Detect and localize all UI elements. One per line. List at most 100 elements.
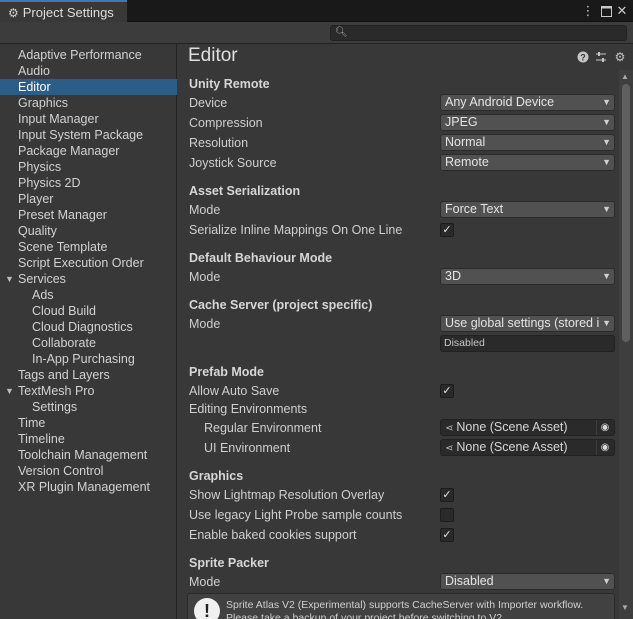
sidebar-item-player[interactable]: Player xyxy=(0,191,177,207)
expand-arrow-icon[interactable]: ▼ xyxy=(5,271,14,287)
sidebar-item-editor[interactable]: Editor xyxy=(0,79,177,95)
scroll-down-icon[interactable]: ▼ xyxy=(621,603,629,612)
sidebar-item-label: Graphics xyxy=(18,96,69,110)
auto-save-checkbox[interactable]: ✓ xyxy=(440,384,454,398)
search-input[interactable]: 🔍︎ xyxy=(330,25,627,41)
close-icon[interactable]: ✕ xyxy=(614,3,630,19)
sidebar-item-quality[interactable]: Quality xyxy=(0,223,177,239)
regular-environment-field[interactable]: ⋖ None (Scene Asset) ◉ xyxy=(440,419,615,436)
tab-title: Project Settings xyxy=(22,5,114,20)
sidebar-item-services[interactable]: ▼ Services xyxy=(0,271,177,287)
baked-cookies-checkbox[interactable]: ✓ xyxy=(440,528,454,542)
object-picker-icon[interactable]: ◉ xyxy=(596,440,613,455)
chevron-down-icon: ▼ xyxy=(600,95,611,110)
behaviour-mode-label: Mode xyxy=(189,270,221,284)
vertical-scrollbar[interactable]: ▲ ▼ xyxy=(619,70,633,619)
scrollbar-thumb[interactable] xyxy=(622,84,630,342)
chevron-down-icon: ▼ xyxy=(600,316,611,331)
resolution-value: Normal xyxy=(445,135,486,149)
sidebar-item-preset-manager[interactable]: Preset Manager xyxy=(0,207,177,223)
cache-mode-dropdown[interactable]: Use global settings (stored in ▼ xyxy=(440,315,615,332)
sidebar-item-label: Physics 2D xyxy=(18,176,81,190)
sidebar-item-timeline[interactable]: Timeline xyxy=(0,431,177,447)
sidebar-item-label: Editor xyxy=(18,80,51,94)
sprite-packer-mode-dropdown[interactable]: Disabled ▼ xyxy=(440,573,615,590)
section-cache-server: Cache Server (project specific) xyxy=(189,298,373,312)
sidebar-item-input-system-package[interactable]: Input System Package xyxy=(0,127,177,143)
compression-dropdown[interactable]: JPEG ▼ xyxy=(440,114,615,131)
inline-mappings-checkbox[interactable]: ✓ xyxy=(440,223,454,237)
device-dropdown[interactable]: Any Android Device ▼ xyxy=(440,94,615,111)
regular-environment-label: Regular Environment xyxy=(204,421,322,435)
section-sprite-packer: Sprite Packer xyxy=(189,556,269,570)
settings-icon[interactable]: ⚙ xyxy=(613,50,627,64)
sidebar-item-audio[interactable]: Audio xyxy=(0,63,177,79)
ui-environment-label: UI Environment xyxy=(204,441,291,455)
sidebar-item-input-manager[interactable]: Input Manager xyxy=(0,111,177,127)
sidebar-item-collaborate[interactable]: Collaborate xyxy=(0,335,177,351)
resolution-dropdown[interactable]: Normal ▼ xyxy=(440,134,615,151)
chevron-down-icon: ▼ xyxy=(600,574,611,589)
help-icon[interactable]: ? xyxy=(576,50,590,64)
ui-environment-field[interactable]: ⋖ None (Scene Asset) ◉ xyxy=(440,439,615,456)
sidebar-item-label: Version Control xyxy=(18,464,104,478)
sidebar-item-label: Ads xyxy=(32,288,54,302)
behaviour-mode-dropdown[interactable]: 3D ▼ xyxy=(440,268,615,285)
scene-asset-icon: ⋖ xyxy=(445,423,454,434)
section-unity-remote: Unity Remote xyxy=(189,77,270,91)
sidebar-item-physics-2d[interactable]: Physics 2D xyxy=(0,175,177,191)
sidebar-item-adaptive-performance[interactable]: Adaptive Performance xyxy=(0,47,177,63)
compression-label: Compression xyxy=(189,116,263,130)
maximize-icon[interactable] xyxy=(598,3,614,19)
toolbar: 🔍︎ xyxy=(0,22,633,44)
sidebar-item-label: Player xyxy=(18,192,54,206)
sidebar-item-label: Scene Template xyxy=(18,240,108,254)
device-label: Device xyxy=(189,96,228,110)
sidebar-item-xr-plugin-management[interactable]: XR Plugin Management xyxy=(0,479,177,495)
lightmap-overlay-checkbox[interactable]: ✓ xyxy=(440,488,454,502)
scroll-up-icon[interactable]: ▲ xyxy=(621,72,629,81)
sidebar-item-label: Timeline xyxy=(18,432,65,446)
sidebar-item-settings[interactable]: Settings xyxy=(0,399,177,415)
sidebar-item-label: Package Manager xyxy=(18,144,120,158)
joystick-source-value: Remote xyxy=(445,155,489,169)
editor-settings-panel: Editor ? ⚙ Unity Remote Device Any Andro… xyxy=(178,44,633,619)
sidebar-item-in-app-purchasing[interactable]: In-App Purchasing xyxy=(0,351,177,367)
sidebar-item-version-control[interactable]: Version Control xyxy=(0,463,177,479)
serialization-mode-dropdown[interactable]: Force Text ▼ xyxy=(440,201,615,218)
inline-mappings-label: Serialize Inline Mappings On One Line xyxy=(189,223,403,237)
sidebar-item-physics[interactable]: Physics xyxy=(0,159,177,175)
project-settings-tab[interactable]: ⚙ Project Settings xyxy=(0,0,127,23)
sidebar-item-package-manager[interactable]: Package Manager xyxy=(0,143,177,159)
sidebar-item-graphics[interactable]: Graphics xyxy=(0,95,177,111)
sidebar-item-textmesh-pro[interactable]: ▼ TextMesh Pro xyxy=(0,383,177,399)
presets-icon[interactable] xyxy=(594,50,608,64)
sidebar-item-label: Collaborate xyxy=(32,336,96,350)
compression-value: JPEG xyxy=(445,115,478,129)
legacy-probe-label: Use legacy Light Probe sample counts xyxy=(189,508,403,522)
sidebar-item-script-execution-order[interactable]: Script Execution Order xyxy=(0,255,177,271)
serialization-mode-label: Mode xyxy=(189,203,221,217)
joystick-source-dropdown[interactable]: Remote ▼ xyxy=(440,154,615,171)
sidebar-item-label: Cloud Diagnostics xyxy=(32,320,133,334)
kebab-menu-icon[interactable]: ⋮ xyxy=(580,3,596,19)
sidebar-item-scene-template[interactable]: Scene Template xyxy=(0,239,177,255)
sidebar-item-label: Input System Package xyxy=(18,128,144,142)
sprite-atlas-help-box: ! Sprite Atlas V2 (Experimental) support… xyxy=(187,593,615,619)
gear-icon: ⚙ xyxy=(8,5,19,20)
object-picker-icon[interactable]: ◉ xyxy=(596,420,613,435)
expand-arrow-icon[interactable]: ▼ xyxy=(5,383,14,399)
sidebar-item-toolchain-management[interactable]: Toolchain Management xyxy=(0,447,177,463)
sidebar-item-ads[interactable]: Ads xyxy=(0,287,177,303)
resolution-label: Resolution xyxy=(189,136,249,150)
search-icon: 🔍︎ xyxy=(335,27,348,38)
section-default-behaviour: Default Behaviour Mode xyxy=(189,251,333,265)
sidebar-item-time[interactable]: Time xyxy=(0,415,177,431)
section-asset-serialization: Asset Serialization xyxy=(189,184,301,198)
baked-cookies-label: Enable baked cookies support xyxy=(189,528,357,542)
sidebar-item-tags-and-layers[interactable]: Tags and Layers xyxy=(0,367,177,383)
legacy-probe-checkbox[interactable] xyxy=(440,508,454,522)
sidebar-item-cloud-build[interactable]: Cloud Build xyxy=(0,303,177,319)
sidebar-item-cloud-diagnostics[interactable]: Cloud Diagnostics xyxy=(0,319,177,335)
sidebar-item-label: Audio xyxy=(18,64,50,78)
